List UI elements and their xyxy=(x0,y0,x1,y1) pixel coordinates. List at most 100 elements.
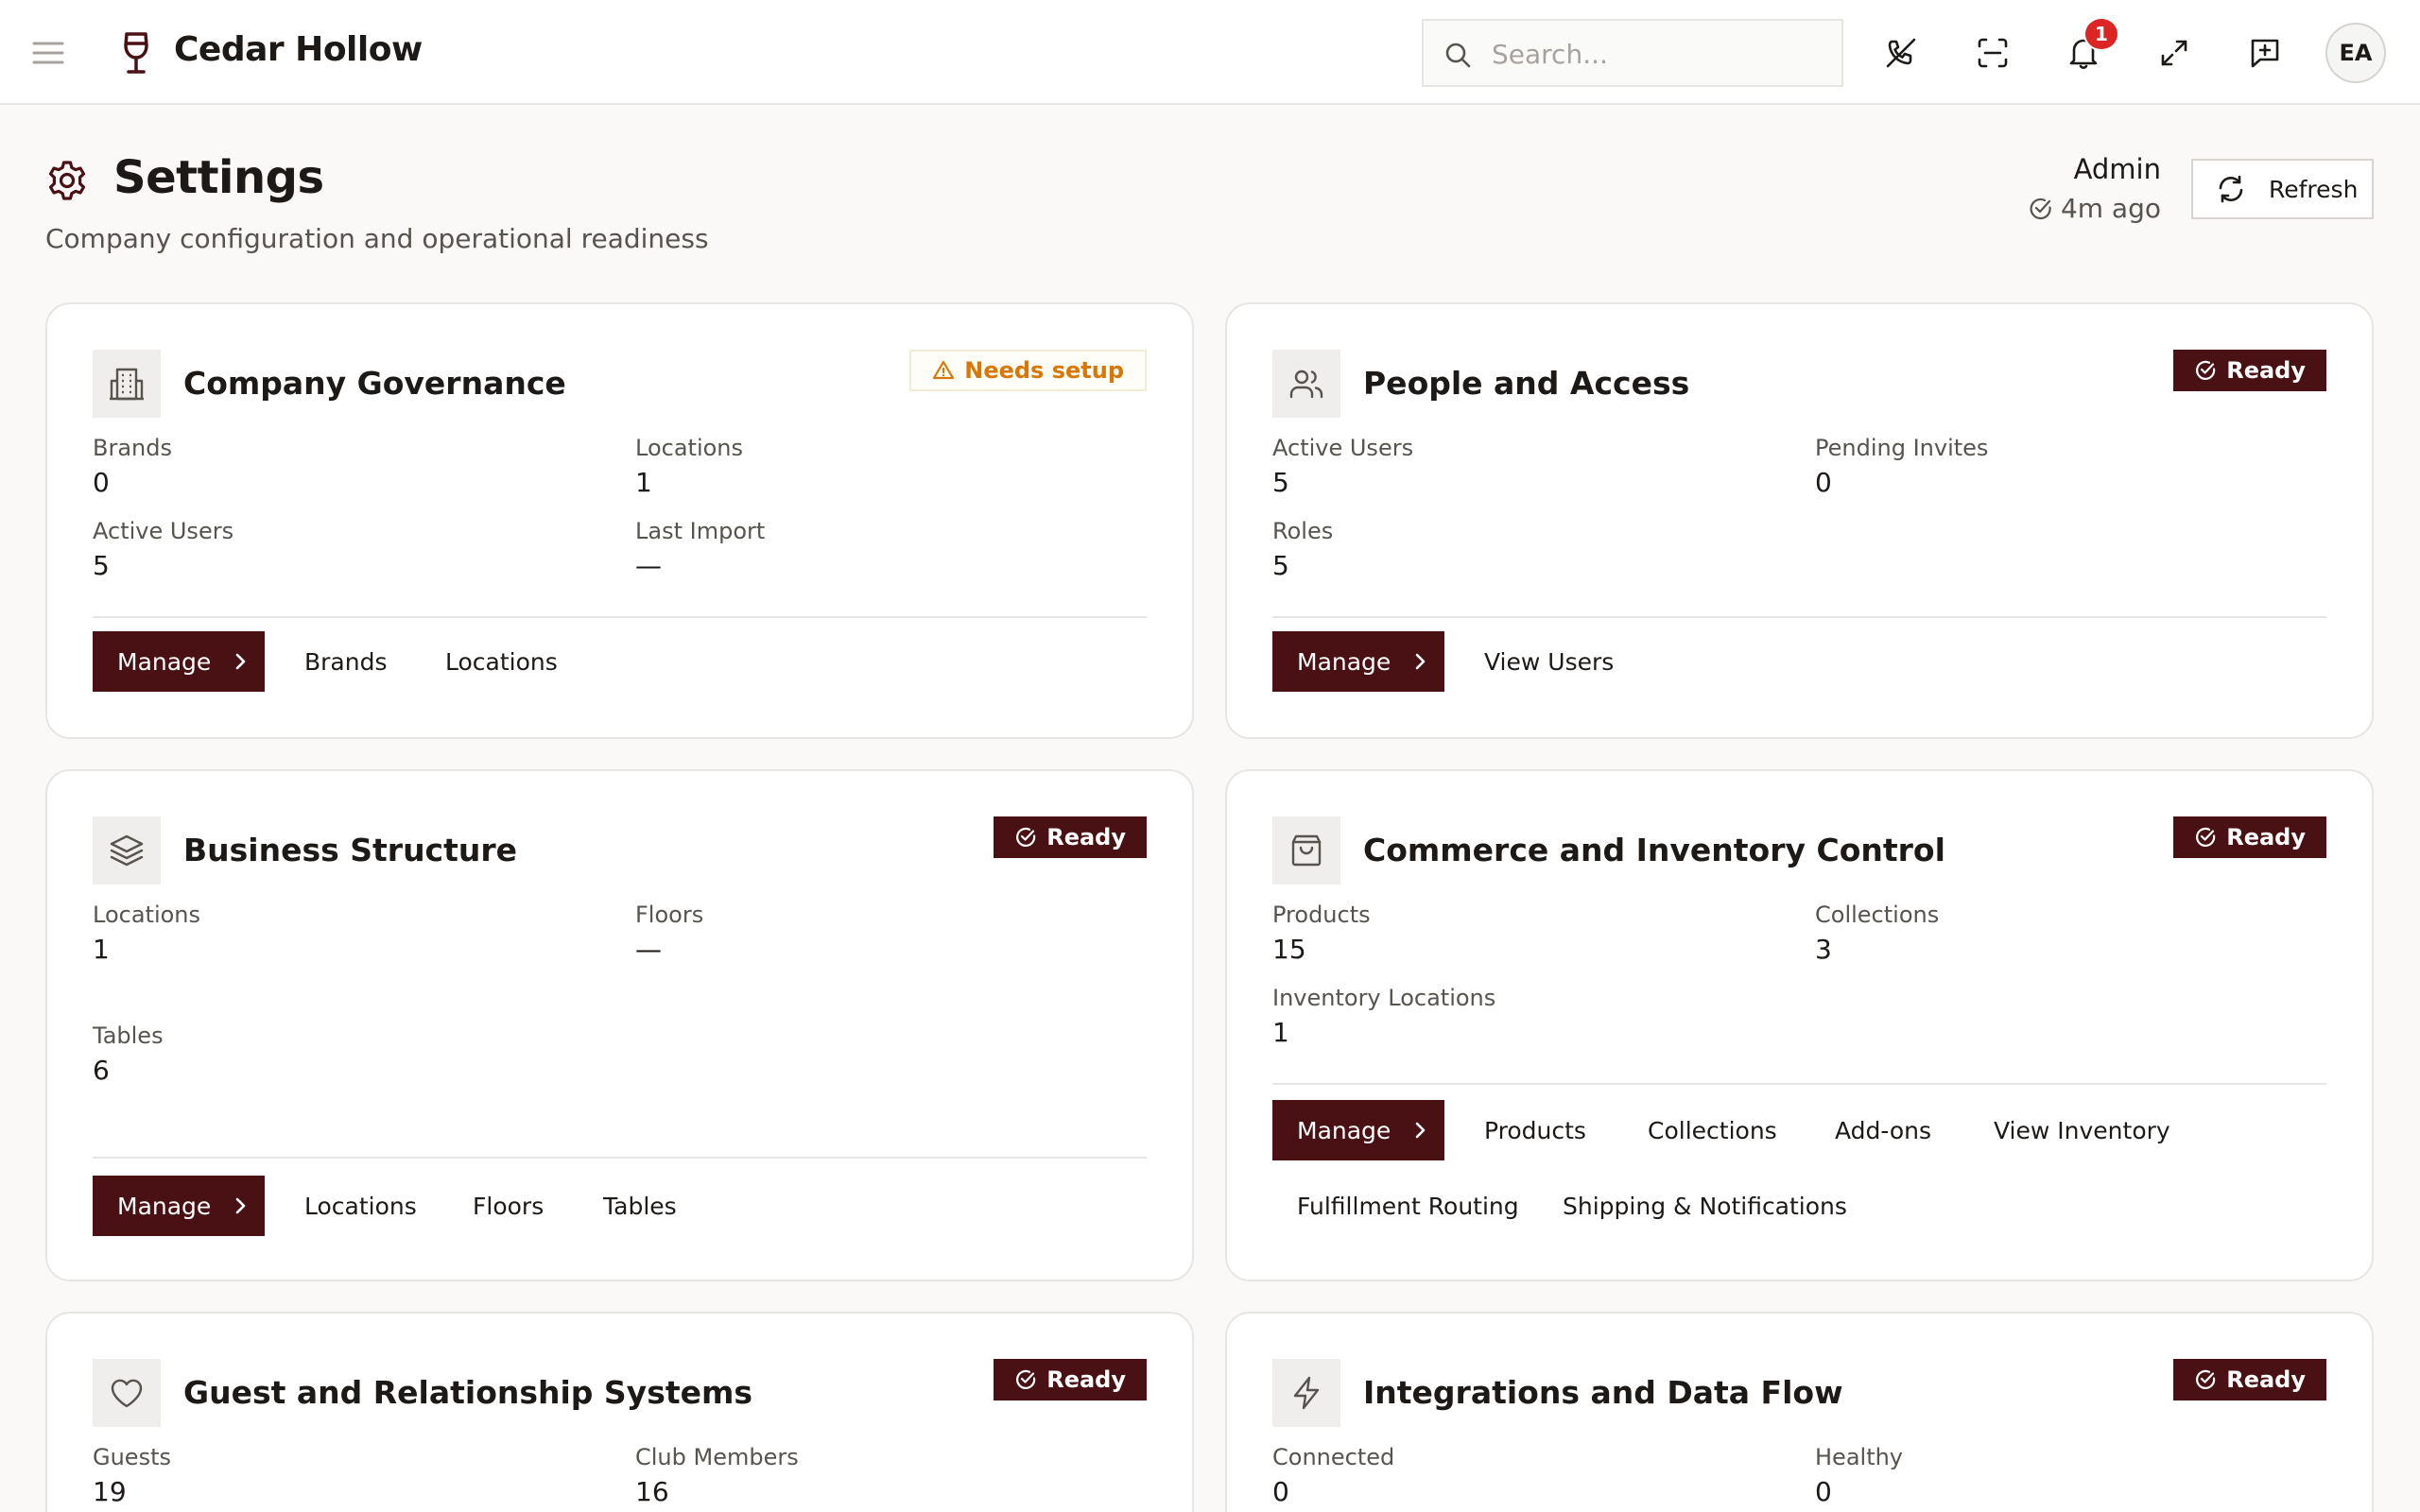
status-label: Needs setup xyxy=(964,357,1124,384)
status-label: Ready xyxy=(2226,1366,2306,1393)
search-input[interactable] xyxy=(1492,32,1832,76)
check-circle-icon xyxy=(2029,197,2053,221)
fulfillment-routing-link[interactable]: Fulfillment Routing xyxy=(1297,1176,1519,1236)
stat-value: 16 xyxy=(635,1476,669,1507)
divider xyxy=(1272,616,2326,618)
manage-label: Manage xyxy=(1297,1116,1392,1144)
search-icon xyxy=(1444,42,1471,68)
feedback-message-icon[interactable] xyxy=(2246,34,2284,72)
stat-locations: Locations 1 xyxy=(635,435,743,498)
layers-icon xyxy=(93,816,161,885)
stat-value: 15 xyxy=(1272,934,1306,965)
stat-value: 5 xyxy=(1272,467,1289,498)
phone-off-icon[interactable] xyxy=(1882,34,1920,72)
hamburger-menu-icon[interactable] xyxy=(31,36,65,70)
stat-pending-invites: Pending Invites 0 xyxy=(1815,435,1988,498)
stat-roles: Roles 5 xyxy=(1272,518,1333,581)
building-icon xyxy=(93,350,161,418)
ready-badge: Ready xyxy=(994,1359,1147,1400)
stat-label: Floors xyxy=(635,902,704,928)
stat-products: Products 15 xyxy=(1272,902,1371,965)
manage-button[interactable]: Manage xyxy=(1272,631,1444,692)
shopping-bag-icon xyxy=(1272,816,1340,885)
card-title: People and Access xyxy=(1363,365,1690,402)
status-label: Ready xyxy=(1046,824,1126,850)
locations-link[interactable]: Locations xyxy=(445,631,558,692)
app-name[interactable]: Cedar Hollow xyxy=(174,30,423,69)
view-inventory-link[interactable]: View Inventory xyxy=(1994,1100,2170,1160)
ready-badge: Ready xyxy=(994,816,1147,858)
last-updated-text: 4m ago xyxy=(2060,193,2161,224)
card-title: Company Governance xyxy=(183,365,566,402)
status-label: Ready xyxy=(1046,1366,1126,1393)
stat-healthy: Healthy 0 xyxy=(1815,1444,1903,1507)
stat-label: Locations xyxy=(635,435,744,461)
manage-label: Manage xyxy=(117,647,212,676)
people-and-access-card: People and Access Ready Active Users 5 P… xyxy=(1225,302,2374,739)
users-icon xyxy=(1272,350,1340,418)
stat-label: Club Members xyxy=(635,1444,799,1470)
chevron-right-icon xyxy=(230,1195,251,1216)
status-label: Ready xyxy=(2226,357,2306,384)
ready-badge: Ready xyxy=(2173,816,2326,858)
search-box[interactable] xyxy=(1422,19,1843,87)
user-avatar[interactable]: EA xyxy=(2325,23,2386,83)
stat-value: 0 xyxy=(1272,1476,1289,1507)
heart-icon xyxy=(93,1359,161,1427)
stat-label: Guests xyxy=(93,1444,171,1470)
stat-active-users: Active Users 5 xyxy=(93,518,233,581)
stat-brands: Brands 0 xyxy=(93,435,172,498)
floors-link[interactable]: Floors xyxy=(473,1176,544,1236)
stat-value: 0 xyxy=(93,467,110,498)
check-circle-icon xyxy=(2194,826,2217,849)
stat-value: 1 xyxy=(93,934,110,965)
check-circle-icon xyxy=(2194,1368,2217,1391)
stat-label: Collections xyxy=(1815,902,1940,928)
stat-collections: Collections 3 xyxy=(1815,902,1939,965)
stat-label: Tables xyxy=(93,1022,164,1049)
manage-button[interactable]: Manage xyxy=(1272,1100,1444,1160)
stat-label: Connected xyxy=(1272,1444,1395,1470)
stat-floors: Floors — xyxy=(635,902,703,965)
wine-glass-logo-icon xyxy=(119,30,153,76)
company-governance-card: Company Governance Needs setup Brands 0 … xyxy=(45,302,1194,739)
page-title: Settings xyxy=(113,151,324,204)
tables-link[interactable]: Tables xyxy=(603,1176,677,1236)
stat-label: Healthy xyxy=(1815,1444,1904,1470)
products-link[interactable]: Products xyxy=(1484,1100,1586,1160)
stat-club-members: Club Members 16 xyxy=(635,1444,799,1507)
chevron-right-icon xyxy=(230,651,251,672)
last-updated: 4m ago xyxy=(2029,193,2161,224)
divider xyxy=(93,616,1147,618)
stat-value: 0 xyxy=(1815,1476,1832,1507)
collections-link[interactable]: Collections xyxy=(1648,1100,1777,1160)
brands-link[interactable]: Brands xyxy=(304,631,388,692)
notification-count-badge: 1 xyxy=(2083,17,2119,51)
user-role-label: Admin xyxy=(2073,153,2161,185)
gear-icon xyxy=(45,159,89,202)
scan-icon[interactable] xyxy=(1974,34,2012,72)
stat-label: Inventory Locations xyxy=(1272,985,1496,1011)
stat-label: Locations xyxy=(93,902,201,928)
stat-label: Products xyxy=(1272,902,1371,928)
ready-badge: Ready xyxy=(2173,1359,2326,1400)
stat-label: Pending Invites xyxy=(1815,435,1989,461)
stat-value: 5 xyxy=(93,550,110,581)
business-structure-card: Business Structure Ready Locations 1 Flo… xyxy=(45,769,1194,1281)
locations-link[interactable]: Locations xyxy=(304,1176,417,1236)
refresh-button[interactable]: Refresh xyxy=(2191,159,2374,219)
manage-button[interactable]: Manage xyxy=(93,631,265,692)
warning-triangle-icon xyxy=(932,359,955,382)
ready-badge: Ready xyxy=(2173,350,2326,391)
stat-value: 0 xyxy=(1815,467,1832,498)
stat-value: 6 xyxy=(93,1055,110,1086)
view-users-link[interactable]: View Users xyxy=(1484,631,1614,692)
check-circle-icon xyxy=(1014,826,1037,849)
fullscreen-expand-icon[interactable] xyxy=(2155,34,2193,72)
top-bar: Cedar Hollow 1 EA xyxy=(0,0,2420,105)
manage-button[interactable]: Manage xyxy=(93,1176,265,1236)
stat-value: 3 xyxy=(1815,934,1832,965)
shipping-notifications-link[interactable]: Shipping & Notifications xyxy=(1563,1176,1847,1236)
stat-value: 5 xyxy=(1272,550,1289,581)
add-ons-link[interactable]: Add-ons xyxy=(1835,1100,1931,1160)
